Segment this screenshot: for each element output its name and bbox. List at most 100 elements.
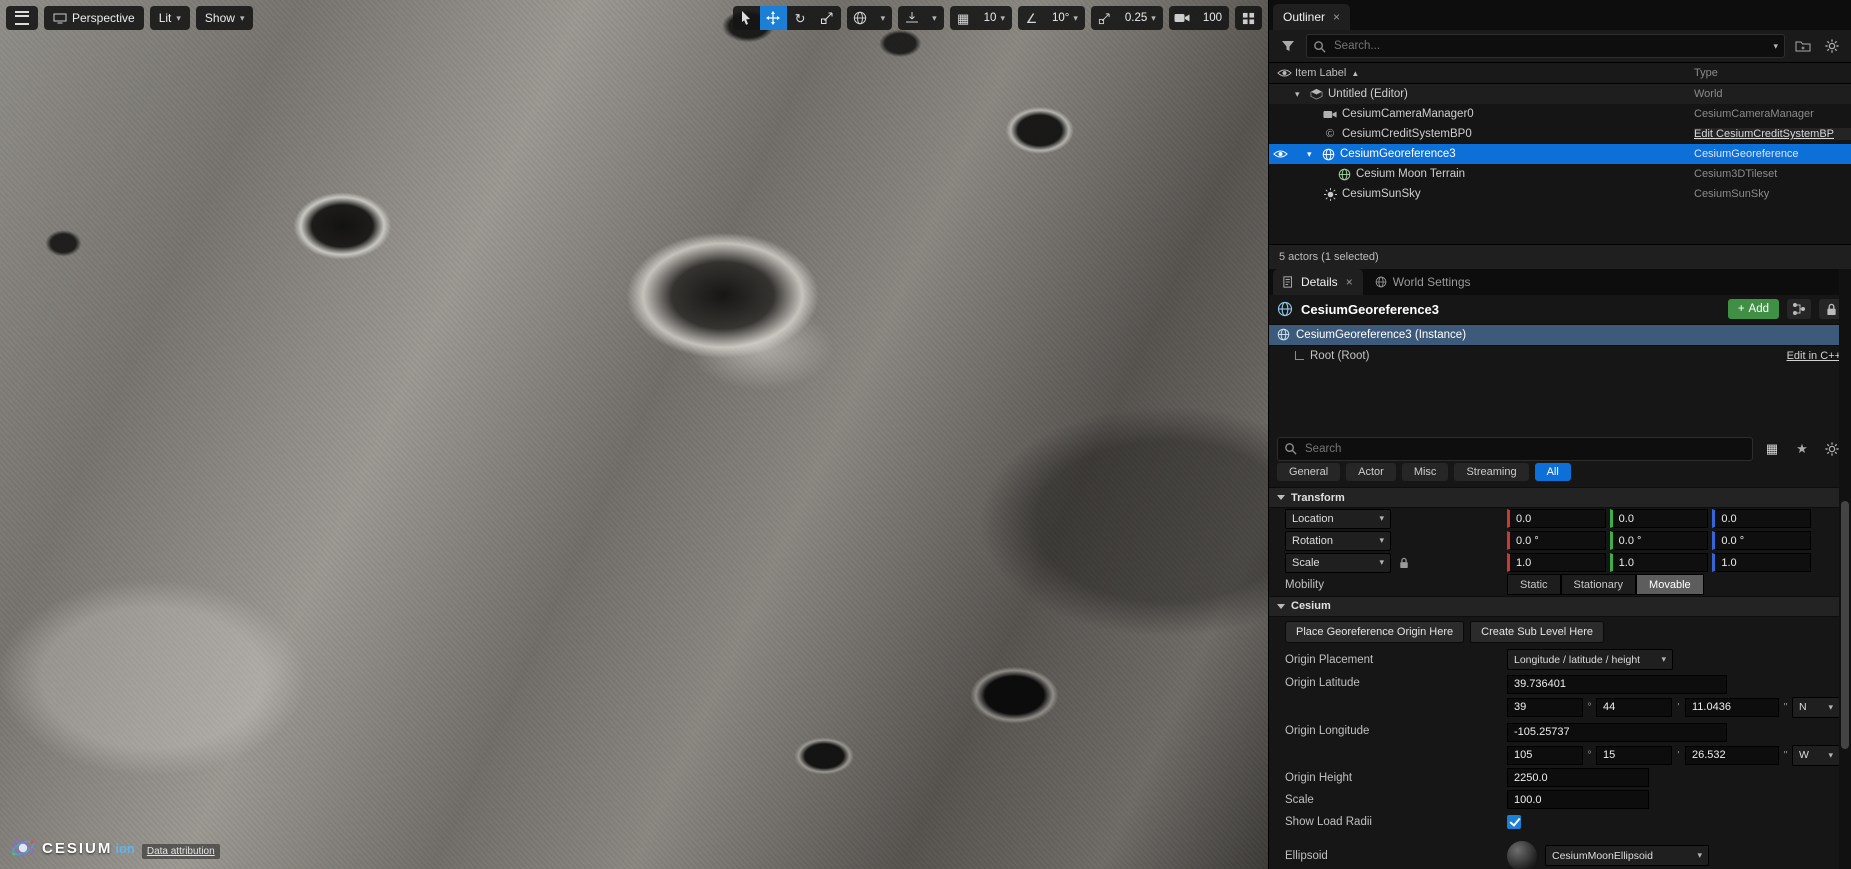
mobility-static-button[interactable]: Static xyxy=(1507,574,1561,595)
rotation-z-field[interactable]: 0.0 ° xyxy=(1712,531,1811,550)
origin-height-input[interactable]: 2250.0 xyxy=(1507,768,1649,787)
filter-all[interactable]: All xyxy=(1535,463,1571,481)
place-georeference-origin-button[interactable]: Place Georeference Origin Here xyxy=(1285,621,1464,643)
mobility-stationary-button[interactable]: Stationary xyxy=(1561,574,1637,595)
visibility-column-header[interactable] xyxy=(1273,68,1295,78)
details-favorites-button[interactable]: ★ xyxy=(1791,439,1813,459)
add-button-label: Add xyxy=(1749,303,1769,315)
rotation-snap-button[interactable]: ∠ xyxy=(1018,6,1045,30)
type-column-header[interactable]: Type xyxy=(1694,67,1851,79)
edit-in-cpp-link[interactable]: Edit in C++ xyxy=(1787,350,1841,362)
world-space-button[interactable] xyxy=(847,6,874,30)
component-row-root[interactable]: Root (Root) Edit in C++ xyxy=(1269,346,1851,365)
show-load-radii-checkbox[interactable] xyxy=(1507,815,1521,829)
item-label-column-header[interactable]: Item Label ▲ xyxy=(1295,67,1694,79)
scale-y-field[interactable]: 1.0 xyxy=(1610,553,1709,572)
camera-speed-button[interactable] xyxy=(1169,6,1196,30)
tab-details[interactable]: Details × xyxy=(1273,269,1363,295)
latitude-hemisphere-dropdown[interactable]: N ▾ xyxy=(1792,697,1840,718)
expand-arrow-icon[interactable]: ▾ xyxy=(1295,89,1307,100)
location-y-field[interactable]: 0.0 xyxy=(1610,509,1709,528)
scale-z-field[interactable]: 1.0 xyxy=(1712,553,1811,572)
details-display-button[interactable]: ▦ xyxy=(1761,439,1783,459)
filter-actor[interactable]: Actor xyxy=(1346,463,1396,481)
rotation-x-field[interactable]: 0.0 ° xyxy=(1507,531,1606,550)
origin-latitude-input[interactable]: 39.736401 xyxy=(1507,675,1727,694)
rotate-tool-button[interactable]: ↻ xyxy=(787,6,814,30)
origin-placement-dropdown[interactable]: Longitude / latitude / height ▾ xyxy=(1507,649,1673,670)
latitude-degrees-field[interactable]: 39 xyxy=(1507,698,1583,717)
scale-x-field[interactable]: 1.0 xyxy=(1507,553,1606,572)
origin-longitude-input[interactable]: -105.25737 xyxy=(1507,723,1727,742)
rotation-type-dropdown[interactable]: Rotation ▾ xyxy=(1285,531,1391,551)
filter-streaming[interactable]: Streaming xyxy=(1454,463,1528,481)
property-row-origin-longitude: Origin Longitude -105.25737 105 ° 15 ' 2… xyxy=(1269,719,1851,767)
collapse-triangle-icon xyxy=(1277,604,1285,609)
add-component-button[interactable]: + Add xyxy=(1728,299,1779,319)
coordinate-space-chevron[interactable]: ▾ xyxy=(874,6,893,30)
location-x-field[interactable]: 0.0 xyxy=(1507,509,1606,528)
cesium-scale-input[interactable]: 100.0 xyxy=(1507,790,1649,809)
location-type-dropdown[interactable]: Location ▾ xyxy=(1285,509,1391,529)
data-attribution-link[interactable]: Data attribution xyxy=(142,844,220,859)
outliner-column-header[interactable]: Item Label ▲ Type xyxy=(1269,62,1851,84)
longitude-hemisphere-dropdown[interactable]: W ▾ xyxy=(1792,745,1840,766)
ellipsoid-dropdown[interactable]: CesiumMoonEllipsoid ▾ xyxy=(1545,845,1709,866)
outliner-row-cesium-credit-system[interactable]: © CesiumCreditSystemBP0 Edit CesiumCredi… xyxy=(1269,124,1851,144)
section-transform[interactable]: Transform xyxy=(1269,487,1851,508)
outliner-filter-button[interactable] xyxy=(1277,36,1299,56)
scale-snap-button[interactable] xyxy=(1091,6,1118,30)
move-tool-button[interactable] xyxy=(760,6,787,30)
longitude-degrees-field[interactable]: 105 xyxy=(1507,746,1583,765)
outliner-row-untitled-editor[interactable]: ▾ Untitled (Editor) World xyxy=(1269,84,1851,104)
tab-outliner[interactable]: Outliner × xyxy=(1273,4,1350,30)
section-cesium[interactable]: Cesium xyxy=(1269,596,1851,617)
filter-misc[interactable]: Misc xyxy=(1402,463,1449,481)
scale-tool-button[interactable] xyxy=(814,6,841,30)
mobility-movable-button[interactable]: Movable xyxy=(1636,574,1704,595)
details-search-input[interactable] xyxy=(1303,442,1746,456)
surface-snap-button[interactable] xyxy=(898,6,925,30)
component-row-instance[interactable]: CesiumGeoreference3 (Instance) xyxy=(1269,324,1851,347)
expand-arrow-icon[interactable]: ▾ xyxy=(1307,149,1319,160)
select-tool-button[interactable] xyxy=(733,6,760,30)
show-flags-button[interactable]: Show ▾ xyxy=(196,6,254,30)
rotation-snap-value-button[interactable]: 10° ▾ xyxy=(1045,6,1085,30)
filter-general[interactable]: General xyxy=(1277,463,1340,481)
camera-speed-value-button[interactable]: 100 xyxy=(1196,6,1229,30)
outliner-search-input[interactable] xyxy=(1332,39,1767,53)
blueprint-hierarchy-button[interactable] xyxy=(1787,299,1811,319)
outliner-row-cesium-georeference[interactable]: ▾ CesiumGeoreference3 CesiumGeoreference xyxy=(1269,144,1851,164)
grid-snap-value-button[interactable]: 10 ▾ xyxy=(977,6,1012,30)
viewport-menu-button[interactable] xyxy=(6,6,38,30)
close-icon[interactable]: × xyxy=(1346,275,1353,289)
surface-snap-chevron[interactable]: ▾ xyxy=(925,6,944,30)
tab-world-settings[interactable]: World Settings xyxy=(1365,269,1481,295)
lit-mode-button[interactable]: Lit ▾ xyxy=(150,6,190,30)
latitude-minutes-field[interactable]: 44 xyxy=(1596,698,1672,717)
outliner-row-cesium-camera-manager[interactable]: CesiumCameraManager0 CesiumCameraManager xyxy=(1269,104,1851,124)
chevron-down-icon[interactable]: ▾ xyxy=(1773,42,1778,51)
create-sub-level-button[interactable]: Create Sub Level Here xyxy=(1470,621,1604,643)
outliner-new-folder-button[interactable] xyxy=(1792,36,1814,56)
outliner-settings-button[interactable] xyxy=(1821,36,1843,56)
longitude-minutes-field[interactable]: 15 xyxy=(1596,746,1672,765)
scale-snap-value-button[interactable]: 0.25 ▾ xyxy=(1118,6,1163,30)
perspective-button[interactable]: Perspective xyxy=(44,6,144,30)
edit-credit-system-link[interactable]: Edit CesiumCreditSystemBP xyxy=(1694,128,1851,140)
location-z-field[interactable]: 0.0 xyxy=(1712,509,1811,528)
outliner-row-cesium-sun-sky[interactable]: CesiumSunSky CesiumSunSky xyxy=(1269,184,1851,204)
visibility-toggle[interactable] xyxy=(1269,149,1291,159)
scale-lock-icon[interactable] xyxy=(1399,557,1409,569)
close-icon[interactable]: × xyxy=(1333,10,1340,24)
scale-type-dropdown[interactable]: Scale ▾ xyxy=(1285,553,1391,573)
details-scrollbar-thumb[interactable] xyxy=(1841,501,1849,749)
rotation-y-field[interactable]: 0.0 ° xyxy=(1610,531,1709,550)
longitude-seconds-field[interactable]: 26.532 xyxy=(1685,746,1779,765)
latitude-seconds-field[interactable]: 11.0436 xyxy=(1685,698,1779,717)
quad-view-button[interactable] xyxy=(1235,6,1262,30)
outliner-row-cesium-moon-terrain[interactable]: Cesium Moon Terrain Cesium3DTileset xyxy=(1269,164,1851,184)
details-scrollbar[interactable] xyxy=(1839,269,1851,869)
viewport-3d[interactable]: Perspective Lit ▾ Show ▾ xyxy=(0,0,1268,869)
grid-snap-button[interactable]: ▦ xyxy=(950,6,977,30)
